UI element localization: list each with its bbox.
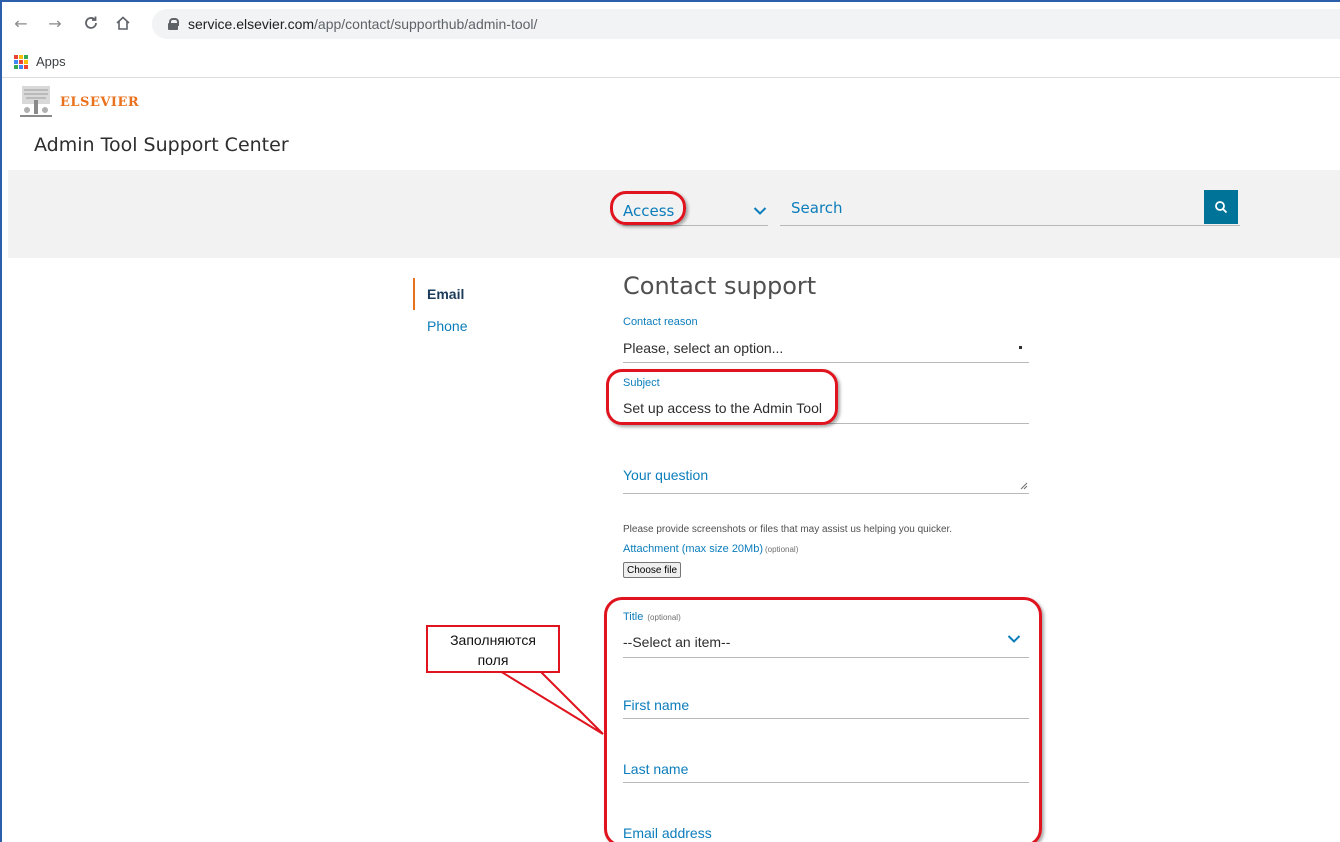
search-placeholder: Search <box>791 198 843 217</box>
attachment-label-text: Attachment (max size 20Mb) <box>623 543 763 555</box>
callout-line-2: поля <box>477 652 509 668</box>
annotation-access-highlight <box>610 191 686 225</box>
question-textarea[interactable]: Your question <box>623 467 708 483</box>
resize-handle-icon[interactable] <box>1018 480 1028 490</box>
search-input[interactable]: Search <box>780 190 1240 226</box>
attachment-optional: (optional) <box>765 545 799 554</box>
home-icon[interactable] <box>112 12 134 34</box>
elsevier-tree-icon <box>18 84 54 118</box>
url-path: /app/contact/supporthub/admin-tool/ <box>314 16 538 32</box>
attachment-help-text: Please provide screenshots or files that… <box>623 524 953 535</box>
callout-line-1: Заполняются <box>450 632 536 648</box>
site-title: Admin Tool Support Center <box>34 134 289 156</box>
browser-toolbar: ← → service.elsevier.com/app/contact/sup… <box>0 0 1340 46</box>
elsevier-logo[interactable]: ELSEVIER <box>18 84 139 118</box>
annotation-subject-highlight <box>606 369 838 425</box>
back-icon[interactable]: ← <box>10 12 32 34</box>
attachment-label: Attachment (max size 20Mb) (optional) <box>623 543 798 555</box>
select-caret-icon <box>1019 346 1022 349</box>
url-host: service.elsevier.com <box>188 16 315 32</box>
contact-method-nav: Email Phone <box>413 278 467 342</box>
forward-icon[interactable]: → <box>44 12 66 34</box>
search-icon <box>1215 201 1228 214</box>
contact-reason-select[interactable]: Please, select an option... <box>623 340 783 356</box>
address-bar[interactable]: service.elsevier.com/app/contact/support… <box>152 9 1340 39</box>
form-title: Contact support <box>623 272 817 300</box>
choose-file-button[interactable]: Choose file <box>623 562 682 578</box>
contact-reason-label: Contact reason <box>623 316 698 328</box>
annotation-fields-highlight <box>604 597 1042 842</box>
search-button[interactable] <box>1204 190 1238 224</box>
chevron-down-icon <box>752 203 768 219</box>
nav-item-email[interactable]: Email <box>413 278 467 310</box>
question-underline <box>623 493 1029 494</box>
bookmarks-bar: Apps <box>0 46 1340 78</box>
nav-item-phone[interactable]: Phone <box>413 310 467 342</box>
annotation-callout: Заполняются поля <box>426 625 560 673</box>
bookmark-apps[interactable]: Apps <box>36 54 66 69</box>
brand-name: ELSEVIER <box>60 94 140 110</box>
apps-grid-icon[interactable] <box>14 54 28 69</box>
reload-icon[interactable] <box>80 12 102 34</box>
contact-reason-underline <box>623 362 1029 363</box>
lock-icon <box>168 18 179 30</box>
